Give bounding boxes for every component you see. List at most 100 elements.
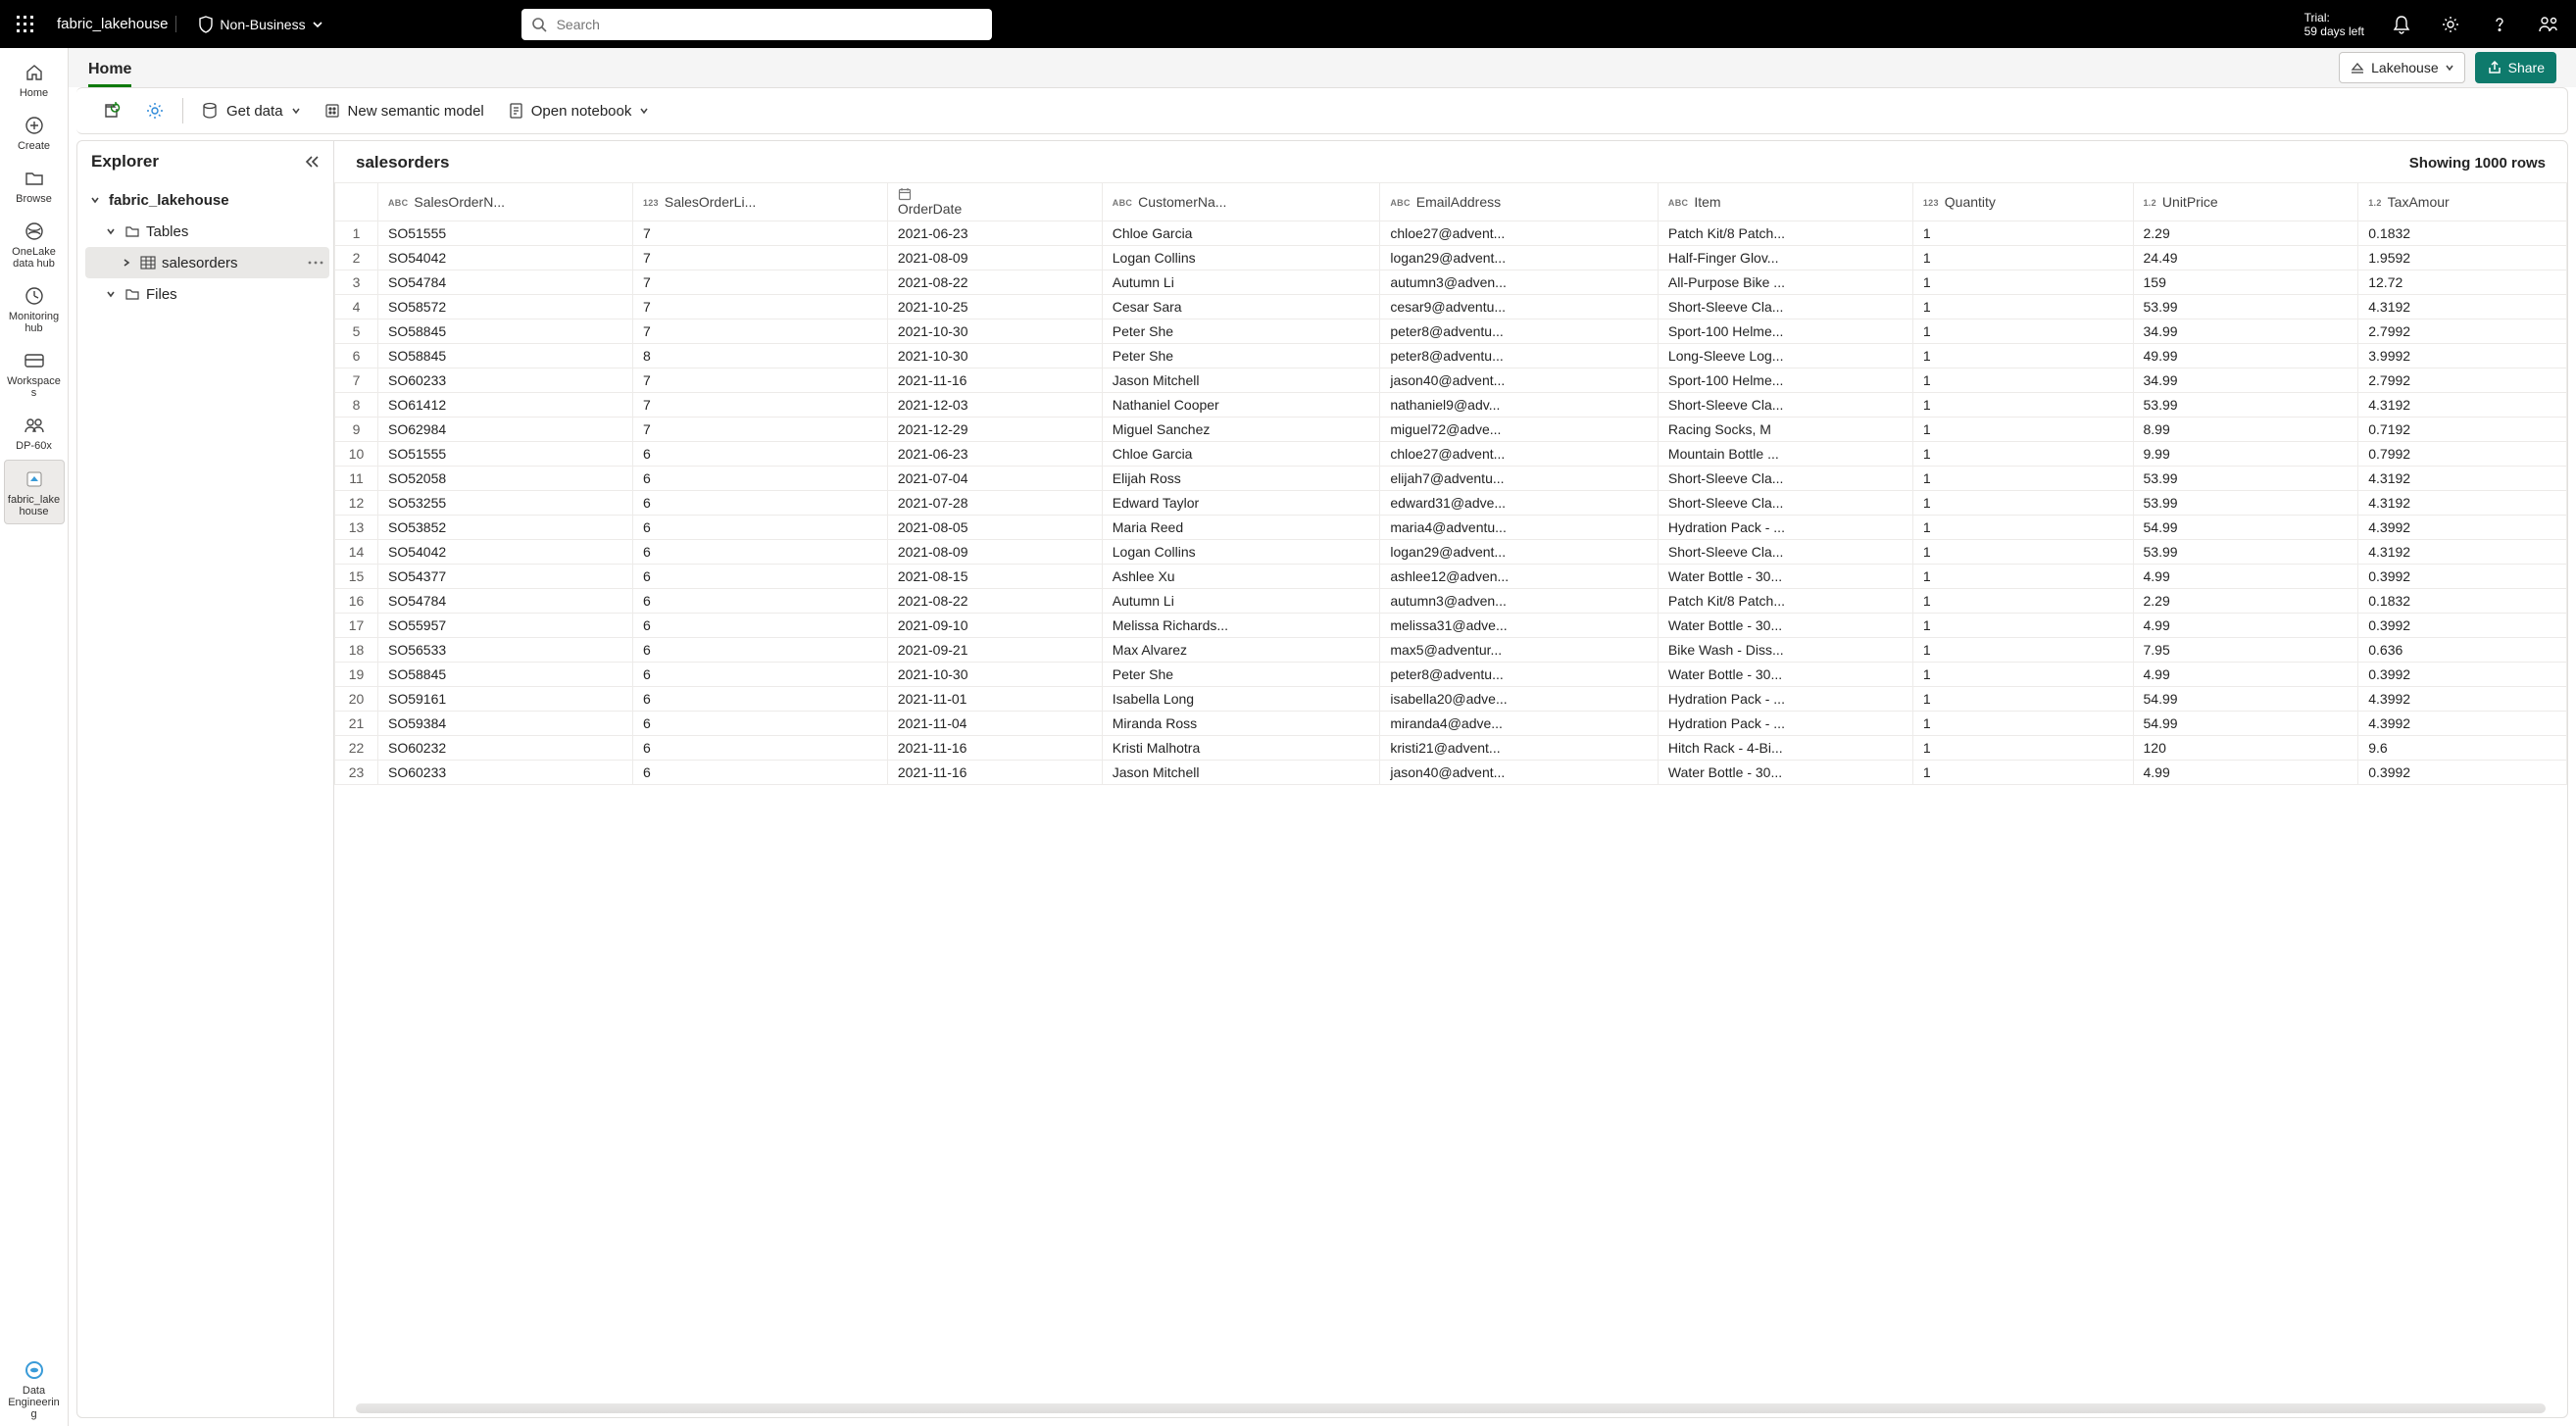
table-cell[interactable]: chloe27@advent...: [1380, 442, 1659, 467]
table-cell[interactable]: Edward Taylor: [1102, 491, 1380, 516]
tree-item-more-button[interactable]: [308, 261, 323, 265]
table-cell[interactable]: 6: [632, 467, 887, 491]
table-cell[interactable]: 2021-12-03: [887, 393, 1102, 418]
table-cell[interactable]: Short-Sleeve Cla...: [1658, 491, 1912, 516]
table-cell[interactable]: Kristi Malhotra: [1102, 736, 1380, 761]
table-cell[interactable]: 7: [632, 393, 887, 418]
table-cell[interactable]: Logan Collins: [1102, 246, 1380, 270]
table-cell[interactable]: SO52058: [378, 467, 633, 491]
table-cell[interactable]: 1: [1912, 638, 2133, 663]
table-cell[interactable]: SO53852: [378, 516, 633, 540]
table-cell[interactable]: SO59384: [378, 712, 633, 736]
tree-table-salesorders[interactable]: salesorders: [85, 247, 329, 278]
table-cell[interactable]: 2021-10-25: [887, 295, 1102, 320]
search-input[interactable]: [555, 16, 982, 33]
table-cell[interactable]: max5@adventur...: [1380, 638, 1659, 663]
table-cell[interactable]: 34.99: [2133, 320, 2358, 344]
table-cell[interactable]: 7.95: [2133, 638, 2358, 663]
table-cell[interactable]: 6: [632, 442, 887, 467]
column-header[interactable]: OrderDate: [887, 183, 1102, 221]
table-cell[interactable]: 2021-08-09: [887, 246, 1102, 270]
table-cell[interactable]: SO61412: [378, 393, 633, 418]
table-cell[interactable]: 53.99: [2133, 393, 2358, 418]
table-cell[interactable]: Autumn Li: [1102, 270, 1380, 295]
settings-toolbar-button[interactable]: [135, 95, 174, 126]
table-cell[interactable]: 2.29: [2133, 221, 2358, 246]
table-cell[interactable]: 6: [632, 638, 887, 663]
table-row[interactable]: 9SO6298472021-12-29Miguel Sanchezmiguel7…: [335, 418, 2567, 442]
table-cell[interactable]: 4.3192: [2358, 295, 2567, 320]
table-cell[interactable]: Peter She: [1102, 663, 1380, 687]
share-button[interactable]: Share: [2475, 52, 2556, 83]
table-cell[interactable]: 12.72: [2358, 270, 2567, 295]
table-cell[interactable]: SO58572: [378, 295, 633, 320]
table-cell[interactable]: 1: [1912, 320, 2133, 344]
table-cell[interactable]: 54.99: [2133, 712, 2358, 736]
table-row[interactable]: 7SO6023372021-11-16Jason Mitchelljason40…: [335, 369, 2567, 393]
table-cell[interactable]: 1: [1912, 491, 2133, 516]
column-header[interactable]: ABCEmailAddress: [1380, 183, 1659, 221]
table-cell[interactable]: Miranda Ross: [1102, 712, 1380, 736]
collapse-explorer-button[interactable]: [300, 151, 323, 172]
table-cell[interactable]: 6: [632, 712, 887, 736]
table-cell[interactable]: 53.99: [2133, 540, 2358, 565]
table-cell[interactable]: SO56533: [378, 638, 633, 663]
table-cell[interactable]: Water Bottle - 30...: [1658, 565, 1912, 589]
table-cell[interactable]: 0.7992: [2358, 442, 2567, 467]
table-cell[interactable]: Autumn Li: [1102, 589, 1380, 614]
table-cell[interactable]: Water Bottle - 30...: [1658, 761, 1912, 785]
table-cell[interactable]: SO59161: [378, 687, 633, 712]
notifications-icon[interactable]: [2382, 5, 2421, 44]
table-cell[interactable]: 2021-09-21: [887, 638, 1102, 663]
help-icon[interactable]: [2480, 5, 2519, 44]
rail-fabric-lakehouse[interactable]: fabric_lakehouse: [4, 460, 65, 524]
table-cell[interactable]: 6: [632, 687, 887, 712]
table-cell[interactable]: 0.7192: [2358, 418, 2567, 442]
table-cell[interactable]: 0.3992: [2358, 761, 2567, 785]
table-row[interactable]: 10SO5155562021-06-23Chloe Garciachloe27@…: [335, 442, 2567, 467]
table-cell[interactable]: Chloe Garcia: [1102, 442, 1380, 467]
column-header[interactable]: 1.2TaxAmour: [2358, 183, 2567, 221]
account-icon[interactable]: [2529, 5, 2568, 44]
table-cell[interactable]: 2021-07-28: [887, 491, 1102, 516]
table-row[interactable]: 20SO5916162021-11-01Isabella Longisabell…: [335, 687, 2567, 712]
table-cell[interactable]: 1: [1912, 295, 2133, 320]
table-cell[interactable]: 8.99: [2133, 418, 2358, 442]
rail-workspaces[interactable]: Workspaces: [4, 342, 65, 405]
table-cell[interactable]: SO54042: [378, 540, 633, 565]
table-cell[interactable]: SO60232: [378, 736, 633, 761]
table-cell[interactable]: SO58845: [378, 663, 633, 687]
table-cell[interactable]: 2021-12-29: [887, 418, 1102, 442]
table-cell[interactable]: chloe27@advent...: [1380, 221, 1659, 246]
table-cell[interactable]: 4.3992: [2358, 516, 2567, 540]
table-cell[interactable]: 2021-10-30: [887, 344, 1102, 369]
table-cell[interactable]: 0.636: [2358, 638, 2567, 663]
table-row[interactable]: 4SO5857272021-10-25Cesar Saracesar9@adve…: [335, 295, 2567, 320]
grid-scroll-area[interactable]: ABCSalesOrderN...123SalesOrderLi...Order…: [334, 182, 2567, 1403]
column-header[interactable]: 123Quantity: [1912, 183, 2133, 221]
table-cell[interactable]: 6: [632, 761, 887, 785]
table-cell[interactable]: 2021-11-01: [887, 687, 1102, 712]
table-cell[interactable]: Hydration Pack - ...: [1658, 712, 1912, 736]
table-cell[interactable]: 9.99: [2133, 442, 2358, 467]
table-cell[interactable]: 159: [2133, 270, 2358, 295]
table-cell[interactable]: Patch Kit/8 Patch...: [1658, 589, 1912, 614]
table-cell[interactable]: 2021-08-09: [887, 540, 1102, 565]
table-cell[interactable]: 1: [1912, 369, 2133, 393]
table-row[interactable]: 13SO5385262021-08-05Maria Reedmaria4@adv…: [335, 516, 2567, 540]
table-cell[interactable]: Jason Mitchell: [1102, 369, 1380, 393]
table-cell[interactable]: Half-Finger Glov...: [1658, 246, 1912, 270]
tab-home[interactable]: Home: [88, 53, 131, 87]
table-cell[interactable]: 2021-07-04: [887, 467, 1102, 491]
table-cell[interactable]: 2.7992: [2358, 320, 2567, 344]
table-row[interactable]: 14SO5404262021-08-09Logan Collinslogan29…: [335, 540, 2567, 565]
table-cell[interactable]: 4.99: [2133, 761, 2358, 785]
table-cell[interactable]: 9.6: [2358, 736, 2567, 761]
table-row[interactable]: 23SO6023362021-11-16Jason Mitchelljason4…: [335, 761, 2567, 785]
table-cell[interactable]: Jason Mitchell: [1102, 761, 1380, 785]
table-cell[interactable]: autumn3@adven...: [1380, 589, 1659, 614]
table-cell[interactable]: 2021-11-04: [887, 712, 1102, 736]
table-cell[interactable]: Short-Sleeve Cla...: [1658, 393, 1912, 418]
table-cell[interactable]: Mountain Bottle ...: [1658, 442, 1912, 467]
table-cell[interactable]: 2021-06-23: [887, 442, 1102, 467]
